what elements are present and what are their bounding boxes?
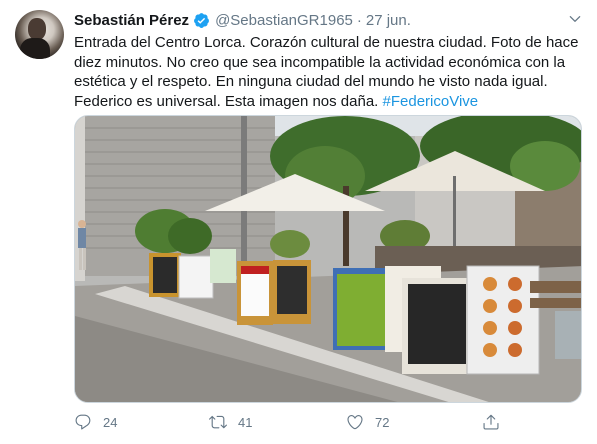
like-button[interactable]: 72 — [346, 413, 389, 431]
share-button[interactable] — [482, 413, 500, 431]
share-icon — [483, 414, 499, 430]
tweet-body: Entrada del Centro Lorca. Corazón cultur… — [74, 34, 579, 110]
author-name[interactable]: Sebastián Pérez — [74, 12, 189, 29]
tweet-actions: 24 41 72 — [74, 413, 514, 433]
tweet-header: Sebastián Pérez @SebastianGR1965 · 27 ju… — [74, 11, 411, 29]
author-handle[interactable]: @SebastianGR1965 — [215, 12, 353, 29]
heart-icon — [347, 415, 363, 430]
reply-count: 24 — [103, 414, 118, 430]
separator-dot: · — [356, 11, 362, 29]
avatar[interactable] — [15, 10, 64, 59]
street-photo — [75, 116, 581, 402]
tweet-text: Entrada del Centro Lorca. Corazón cultur… — [74, 33, 579, 111]
verified-badge-icon — [194, 12, 209, 28]
tweet[interactable]: Sebastián Pérez @SebastianGR1965 · 27 ju… — [0, 0, 597, 444]
like-count: 72 — [375, 414, 390, 430]
reply-button[interactable]: 24 — [74, 413, 117, 431]
tweet-date[interactable]: 27 jun. — [366, 12, 411, 29]
tweet-photo[interactable] — [74, 115, 582, 403]
retweet-count: 41 — [238, 414, 253, 430]
retweet-icon — [209, 415, 227, 429]
hashtag-link[interactable]: #FedericoVive — [383, 93, 479, 110]
chevron-down-icon[interactable] — [568, 12, 582, 26]
retweet-button[interactable]: 41 — [209, 413, 252, 431]
reply-icon — [75, 414, 91, 430]
